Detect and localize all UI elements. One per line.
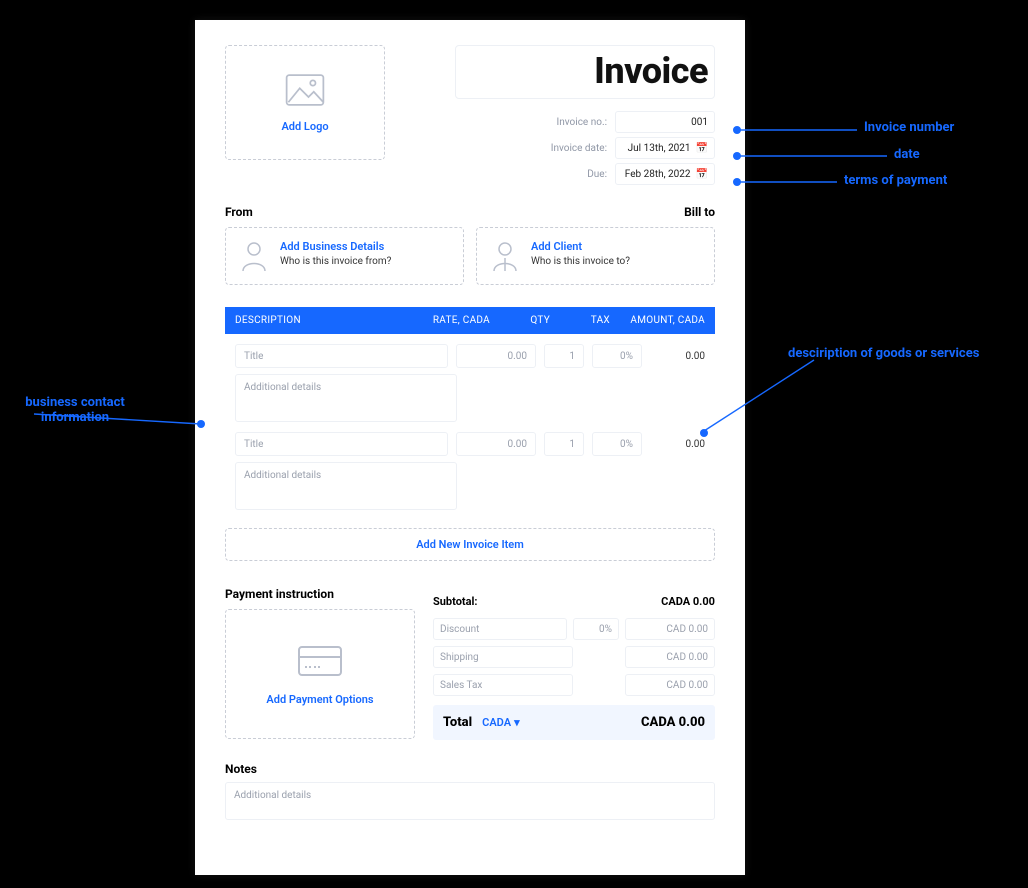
payment-box[interactable]: Add Payment Options — [225, 609, 415, 739]
discount-label-input[interactable]: Discount — [433, 618, 567, 640]
callout-dot — [733, 152, 741, 160]
annotation-terms: terms of payment — [844, 173, 947, 188]
callout-dot — [733, 178, 741, 186]
discount-amount[interactable]: CAD 0.00 — [625, 618, 715, 640]
line-item: Title 0.00 1 0% 0.00 Additional details — [225, 334, 715, 422]
invoice-no-field[interactable]: 001 — [615, 111, 715, 133]
person-icon — [240, 240, 268, 272]
line-item: Title 0.00 1 0% 0.00 Additional details — [225, 422, 715, 510]
salestax-label-input[interactable]: Sales Tax — [433, 674, 573, 696]
from-box[interactable]: Add Business Details Who is this invoice… — [225, 227, 464, 285]
from-sub: Who is this invoice from? — [280, 256, 391, 267]
item-rate-input[interactable]: 0.00 — [456, 432, 536, 456]
item-title-input[interactable]: Title — [235, 432, 448, 456]
person-icon — [491, 240, 519, 272]
add-item-button[interactable]: Add New Invoice Item — [225, 528, 715, 561]
billto-heading: Bill to — [684, 205, 715, 219]
invoice-date-field[interactable]: Jul 13th, 2021📅 — [615, 137, 715, 159]
image-icon — [284, 72, 326, 112]
item-qty-input[interactable]: 1 — [544, 344, 584, 368]
due-label: Due: — [587, 169, 607, 180]
calendar-icon[interactable]: 📅 — [696, 169, 708, 180]
document-title[interactable]: Invoice — [455, 45, 715, 99]
invoice-no-label: Invoice no.: — [557, 117, 607, 128]
item-amount: 0.00 — [650, 351, 705, 362]
total-value: CADA 0.00 — [641, 715, 705, 730]
shipping-label-input[interactable]: Shipping — [433, 646, 573, 668]
invoice-date-label: Invoice date: — [551, 143, 607, 154]
item-qty-input[interactable]: 1 — [544, 432, 584, 456]
callout-dot — [197, 420, 205, 428]
item-title-input[interactable]: Title — [235, 344, 448, 368]
payment-heading: Payment instruction — [225, 587, 415, 601]
item-amount: 0.00 — [650, 439, 705, 450]
from-heading: From — [225, 205, 253, 219]
currency-select[interactable]: CADA▾ — [482, 716, 519, 729]
subtotal-label: Subtotal: — [433, 595, 625, 608]
add-logo-link[interactable]: Add Logo — [281, 120, 328, 133]
chevron-down-icon: ▾ — [514, 716, 520, 729]
item-rate-input[interactable]: 0.00 — [456, 344, 536, 368]
billto-sub: Who is this invoice to? — [531, 256, 630, 267]
shipping-amount[interactable]: CAD 0.00 — [625, 646, 715, 668]
discount-pct-input[interactable]: 0% — [573, 618, 619, 640]
item-tax-input[interactable]: 0% — [592, 344, 642, 368]
calendar-icon[interactable]: 📅 — [696, 143, 708, 154]
due-field[interactable]: Feb 28th, 2022📅 — [615, 163, 715, 185]
item-details-input[interactable]: Additional details — [235, 374, 457, 422]
add-business-link[interactable]: Add Business Details — [280, 240, 391, 253]
salestax-amount[interactable]: CAD 0.00 — [625, 674, 715, 696]
annotation-biz: business contact information — [0, 395, 150, 425]
notes-input[interactable]: Additional details — [225, 782, 715, 820]
annotation-invoice-number: Invoice number — [864, 120, 954, 135]
items-table-header: DESCRIPTION RATE, CADA QTY TAX AMOUNT, C… — [225, 307, 715, 334]
total-label: Total — [443, 715, 472, 730]
logo-dropzone[interactable]: Add Logo — [225, 45, 385, 160]
payment-link[interactable]: Add Payment Options — [266, 693, 373, 706]
callout-dot — [733, 126, 741, 134]
annotation-goods: desciription of goods or services — [788, 346, 988, 361]
invoice-page: Add Logo Invoice Invoice no.: 001 Invoic… — [195, 20, 745, 875]
credit-card-icon — [296, 643, 344, 683]
callout-dot — [700, 429, 708, 437]
notes-heading: Notes — [225, 762, 715, 776]
add-client-link[interactable]: Add Client — [531, 240, 630, 253]
item-tax-input[interactable]: 0% — [592, 432, 642, 456]
annotation-date: date — [894, 147, 920, 162]
item-details-input[interactable]: Additional details — [235, 462, 457, 510]
totals: Subtotal: CADA 0.00 Discount 0% CAD 0.00… — [433, 587, 715, 740]
subtotal-value: CADA 0.00 — [625, 595, 715, 608]
billto-box[interactable]: Add Client Who is this invoice to? — [476, 227, 715, 285]
